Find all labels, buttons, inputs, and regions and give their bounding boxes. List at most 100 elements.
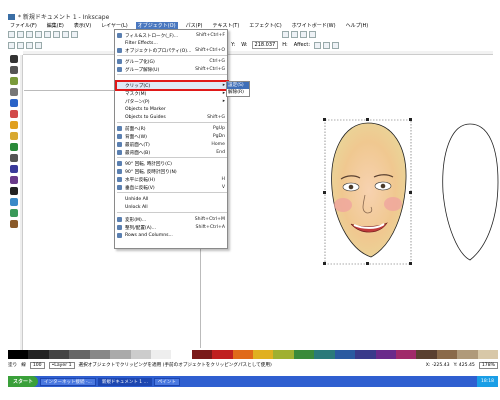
calligraphy-tool-icon[interactable] [10, 176, 18, 184]
print-icon[interactable] [35, 30, 42, 38]
menu-item-rows-columns[interactable]: Rows and Columns... [117, 232, 227, 239]
redo-icon[interactable] [71, 30, 78, 38]
open-icon[interactable] [17, 30, 24, 38]
raise-icon[interactable] [35, 41, 42, 49]
palette-swatch[interactable] [375, 350, 397, 359]
palette-swatch[interactable] [334, 350, 356, 359]
menu-item-object-properties[interactable]: オブジェクトのプロパティ(O)... Shift+Ctrl+O [117, 47, 227, 54]
submenu-item-release[interactable]: 解除(R) [227, 89, 249, 96]
menu-edit[interactable]: 編集(E) [45, 22, 66, 29]
taskbar-item-internet[interactable]: インターネット接続 -... [40, 377, 96, 386]
face-drawing[interactable] [323, 117, 413, 267]
menu-item-ungroup[interactable]: グループ解除(U) Shift+Ctrl+G [117, 66, 227, 73]
palette-swatch[interactable] [212, 350, 233, 359]
palette-swatch[interactable] [8, 350, 29, 359]
menu-item-group[interactable]: グループ化(G) Ctrl+G [117, 58, 227, 65]
menu-view[interactable]: 表示(V) [72, 22, 93, 29]
menu-item-rotate-cw[interactable]: 90° 回転, 時計回り(C) [117, 160, 227, 167]
menu-item-pattern[interactable]: パターン(P) ▸ [117, 98, 227, 105]
palette-swatch[interactable] [436, 350, 458, 359]
undo-icon[interactable] [62, 30, 69, 38]
palette-swatch[interactable] [28, 350, 49, 359]
select-all-icon[interactable] [8, 41, 15, 49]
taskbar-item-paint[interactable]: ペイント [153, 377, 180, 386]
palette-swatch[interactable] [293, 350, 315, 359]
palette-swatch[interactable] [355, 350, 376, 359]
palette-swatch[interactable] [253, 350, 274, 359]
star-tool-icon[interactable] [10, 132, 18, 140]
palette-swatch[interactable] [89, 350, 111, 359]
node-tool-icon[interactable] [10, 66, 18, 74]
menu-item-unlock-all[interactable]: Unlock All [117, 204, 227, 211]
save-icon[interactable] [26, 30, 33, 38]
affect-stroke-icon[interactable] [314, 41, 322, 49]
menu-path[interactable]: パス(P) [184, 22, 205, 29]
zoom-input[interactable]: 178% [478, 361, 498, 369]
palette-swatch[interactable] [48, 350, 70, 359]
selector-tool-icon[interactable] [10, 55, 18, 63]
zoom-tool-icon[interactable] [10, 88, 18, 96]
palette-swatch[interactable] [110, 350, 131, 359]
menu-item-filter-effects[interactable]: Filter Effects... [117, 40, 227, 47]
affect-gradient-icon[interactable] [332, 41, 340, 49]
menu-item-objects-to-guides[interactable]: Objects to Guides Shift+G [117, 114, 227, 121]
menu-item-unhide-all[interactable]: Unhide All [117, 196, 227, 203]
menu-file[interactable]: ファイル(F) [8, 22, 39, 29]
menu-item-raise-to-top[interactable]: 最前面へ(T) Home [117, 141, 227, 148]
palette-swatch[interactable] [314, 350, 335, 359]
taskbar-item-inkscape[interactable]: 新規ドキュメント 1 ... [97, 377, 152, 386]
palette-swatch[interactable] [457, 350, 478, 359]
menu-effects[interactable]: エフェクト(C) [247, 22, 283, 29]
tweak-tool-icon[interactable] [10, 77, 18, 85]
palette-swatch[interactable] [69, 350, 90, 359]
submenu-item-set[interactable]: 設定(S) [227, 82, 249, 89]
xml-editor-icon[interactable] [291, 30, 298, 38]
flip-icon[interactable] [26, 41, 33, 49]
align-icon[interactable] [300, 30, 307, 38]
pencil-tool-icon[interactable] [10, 154, 18, 162]
width-input[interactable]: 218.037 [251, 41, 279, 49]
affect-corners-icon[interactable] [323, 41, 331, 49]
drawing-canvas[interactable] [24, 56, 490, 348]
palette-swatch[interactable] [416, 350, 437, 359]
menu-item-raise[interactable]: 前面へ(R) PgUp [117, 125, 227, 132]
palette-swatch[interactable] [150, 350, 172, 359]
dropper-tool-icon[interactable] [10, 220, 18, 228]
menu-item-transform[interactable]: 変形(M)... Shift+Ctrl+M [117, 216, 227, 223]
menu-item-align-distribute[interactable]: 整列/配置(A)... Shift+Ctrl+A [117, 224, 227, 231]
menu-item-clip[interactable]: クリップ(C) ▸ [115, 80, 229, 91]
palette-swatch[interactable] [232, 350, 254, 359]
opacity-input[interactable]: 100 [29, 361, 45, 369]
menu-whiteboard[interactable]: ホワイトボード(W) [290, 22, 338, 29]
menu-item-objects-to-marker[interactable]: Objects to Marker [117, 106, 227, 113]
palette-swatch[interactable] [191, 350, 213, 359]
text-tool-icon[interactable] [10, 187, 18, 195]
gradient-tool-icon[interactable] [10, 209, 18, 217]
rect-tool-icon[interactable] [10, 99, 18, 107]
menu-text[interactable]: テキスト(T) [210, 22, 241, 29]
pen-tool-icon[interactable] [10, 165, 18, 173]
face-outline-copy[interactable] [440, 120, 500, 270]
menu-item-fill-stroke[interactable]: フィル&ストローク(_F)... Shift+Ctrl+F [117, 32, 227, 39]
palette-swatch[interactable] [171, 350, 192, 359]
spray-tool-icon[interactable] [10, 198, 18, 206]
menu-help[interactable]: ヘルプ(H) [344, 22, 371, 29]
export-icon[interactable] [53, 30, 60, 38]
layer-select[interactable]: •Layer 1 [48, 361, 75, 369]
palette-swatch[interactable] [130, 350, 151, 359]
preferences-icon[interactable] [309, 30, 316, 38]
new-icon[interactable] [8, 30, 15, 38]
menu-object[interactable]: オブジェクト(O) [135, 21, 178, 29]
menu-item-flip-vertical[interactable]: 垂直に反転(V) V [117, 184, 227, 191]
menu-item-lower-to-bottom[interactable]: 最背面へ(B) End [117, 149, 227, 156]
rotate-icon[interactable] [17, 41, 24, 49]
text-tool-icon[interactable] [282, 30, 289, 38]
ellipse-tool-icon[interactable] [10, 121, 18, 129]
3dbox-tool-icon[interactable] [10, 110, 18, 118]
palette-swatch[interactable] [396, 350, 417, 359]
palette-swatch[interactable] [273, 350, 294, 359]
menu-layer[interactable]: レイヤー(L) [99, 22, 130, 29]
menu-item-rotate-ccw[interactable]: 90° 回転, 反時計回り(N) [117, 168, 227, 175]
spiral-tool-icon[interactable] [10, 143, 18, 151]
menu-item-mask[interactable]: マスク(M) ▸ [117, 90, 227, 97]
